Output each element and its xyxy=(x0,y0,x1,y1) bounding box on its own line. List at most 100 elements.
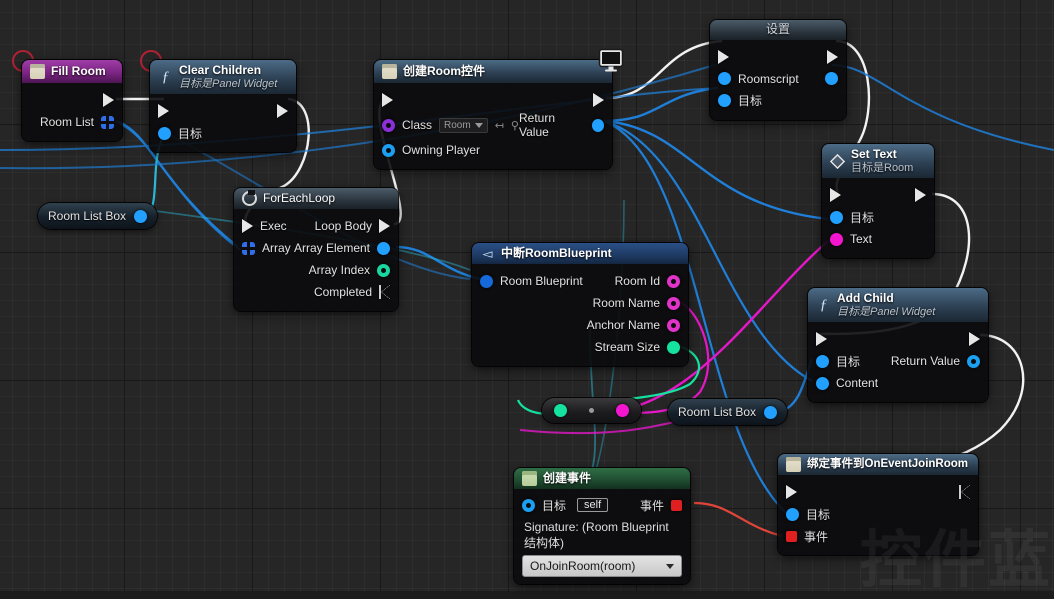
search-icon[interactable]: ⚲ xyxy=(511,119,519,132)
exec-pin-in[interactable] xyxy=(382,93,393,107)
node-subtitle: 目标是Room xyxy=(851,161,914,174)
exec-pin-out[interactable] xyxy=(969,332,980,347)
node-clear-children[interactable]: ƒ Clear Children 目标是Panel Widget 目标 xyxy=(150,60,296,153)
node-row xyxy=(778,481,978,503)
node-row: Room Name xyxy=(472,292,688,314)
input-label: Roomscript xyxy=(738,71,799,86)
exec-pin-out[interactable] xyxy=(915,188,926,203)
exec-pin-out[interactable] xyxy=(827,49,838,64)
exec-pin-out[interactable] xyxy=(277,104,288,119)
input-label: Owning Player xyxy=(402,143,481,157)
node-row: Completed xyxy=(234,281,398,303)
input-label: Exec xyxy=(260,219,287,233)
input-label: Room Blueprint xyxy=(500,274,583,288)
exec-pin-in[interactable] xyxy=(816,332,827,347)
node-row: Array Array Element xyxy=(234,237,398,259)
object-pin[interactable] xyxy=(377,241,390,255)
node-title: ForEachLoop xyxy=(263,190,336,205)
vector-input-pin[interactable] xyxy=(554,404,567,417)
node-header: 绑定事件到OnEventJoinRoom xyxy=(778,454,978,475)
self-value-field[interactable]: self xyxy=(577,498,609,512)
object-ring-pin[interactable] xyxy=(967,354,980,368)
object-pin[interactable] xyxy=(816,354,829,368)
exec-pin-completed[interactable] xyxy=(379,285,390,299)
exec-pin-out[interactable] xyxy=(959,485,970,499)
chevron-down-icon xyxy=(474,122,483,128)
node-row: Array Index xyxy=(234,259,398,281)
vector-pin[interactable] xyxy=(667,340,680,354)
object-pin-out[interactable] xyxy=(825,72,838,86)
delegate-pin[interactable] xyxy=(671,499,682,511)
node-set[interactable]: 设置 Roomscript 目标 xyxy=(710,20,846,120)
object-ring-pin[interactable] xyxy=(382,143,395,157)
node-create-room-widget[interactable]: 创建Room控件 Class Room ↤ ⚲ Return Value Own… xyxy=(374,60,612,169)
class-picker-dropdown[interactable]: Room xyxy=(439,117,488,133)
name-pin[interactable] xyxy=(667,318,680,332)
object-pin[interactable] xyxy=(786,507,799,521)
exec-pin-out[interactable] xyxy=(593,93,604,107)
output-label: Return Value xyxy=(518,111,556,139)
monitor-icon[interactable] xyxy=(598,48,624,72)
browse-back-icon[interactable]: ↤ xyxy=(495,119,504,132)
node-header: ƒ Clear Children 目标是Panel Widget xyxy=(150,60,296,95)
exec-pin-in[interactable] xyxy=(786,485,797,499)
node-body: Room Blueprint Room Id Room Name Anchor … xyxy=(472,264,688,366)
object-pin[interactable] xyxy=(134,209,148,223)
node-row: Text xyxy=(822,228,934,250)
converter-glyph xyxy=(589,408,594,413)
object-pin[interactable] xyxy=(158,126,171,140)
event-label: 事件 xyxy=(639,498,664,513)
blueprint-graph-canvas[interactable]: Fill Room Room List ƒ Clear Children 目标是… xyxy=(0,0,1054,595)
name-pin[interactable] xyxy=(667,296,680,310)
text-pin[interactable] xyxy=(830,232,843,246)
output-label: Room Id xyxy=(614,274,660,288)
struct-pin[interactable] xyxy=(480,274,493,288)
input-label: Array xyxy=(262,241,291,255)
signature-dropdown[interactable]: OnJoinRoom(room) xyxy=(522,555,682,577)
node-break-room-blueprint[interactable]: ◅ 中断RoomBlueprint Room Blueprint Room Id… xyxy=(472,243,688,366)
node-fill-room[interactable]: Fill Room Room List xyxy=(22,60,122,141)
node-create-event[interactable]: 创建事件 目标 self 事件 Signature: (Room Bluepri… xyxy=(514,468,690,584)
array-pin[interactable] xyxy=(242,241,255,255)
object-pin[interactable] xyxy=(718,94,731,108)
exec-pin-in[interactable] xyxy=(830,188,841,203)
exec-pin-in[interactable] xyxy=(158,104,169,119)
node-row xyxy=(374,89,612,111)
output-label: Stream Size xyxy=(594,340,660,354)
node-converter[interactable] xyxy=(542,398,641,423)
array-pin[interactable] xyxy=(101,115,114,129)
exec-pin-in[interactable] xyxy=(242,219,253,233)
object-pin[interactable] xyxy=(816,376,829,390)
output-label: Array Element xyxy=(293,241,370,255)
exec-pin-in[interactable] xyxy=(718,49,729,64)
object-pin[interactable] xyxy=(830,210,843,224)
node-row: Owning Player xyxy=(374,139,612,161)
class-pin[interactable] xyxy=(382,118,395,132)
object-ring-pin[interactable] xyxy=(522,498,535,512)
delegate-pin[interactable] xyxy=(786,530,797,542)
exec-pin-out[interactable] xyxy=(103,93,114,107)
variable-room-list-box-right[interactable]: Room List Box xyxy=(668,399,788,425)
function-icon: ƒ xyxy=(161,68,170,85)
int-pin[interactable] xyxy=(377,263,390,277)
node-for-each-loop[interactable]: ForEachLoop Exec Loop Body Array Array E… xyxy=(234,188,398,311)
node-subtitle: 目标是Panel Widget xyxy=(179,77,278,90)
node-title: 创建事件 xyxy=(543,470,592,485)
name-pin[interactable] xyxy=(667,274,680,288)
object-pin[interactable] xyxy=(718,72,731,86)
text-output-pin[interactable] xyxy=(616,404,629,417)
node-row: Roomscript xyxy=(710,68,846,90)
break-struct-icon: ◅ xyxy=(482,246,493,261)
node-header: ◅ 中断RoomBlueprint xyxy=(472,243,688,264)
variable-room-list-box-left[interactable]: Room List Box xyxy=(38,203,158,229)
object-pin[interactable] xyxy=(764,405,778,419)
node-title: Add Child xyxy=(837,291,894,305)
node-row: 目标 self 事件 xyxy=(514,494,690,516)
node-body: Roomscript 目标 xyxy=(710,40,846,120)
exec-pin-loop-body[interactable] xyxy=(379,219,390,233)
node-add-child[interactable]: ƒ Add Child 目标是Panel Widget 目标 Return Va… xyxy=(808,288,988,403)
class-picker-value: Room xyxy=(444,119,471,131)
object-pin[interactable] xyxy=(591,118,604,132)
node-set-text[interactable]: Set Text 目标是Room 目标 Text xyxy=(822,144,934,259)
output-label: Room List xyxy=(39,115,94,129)
